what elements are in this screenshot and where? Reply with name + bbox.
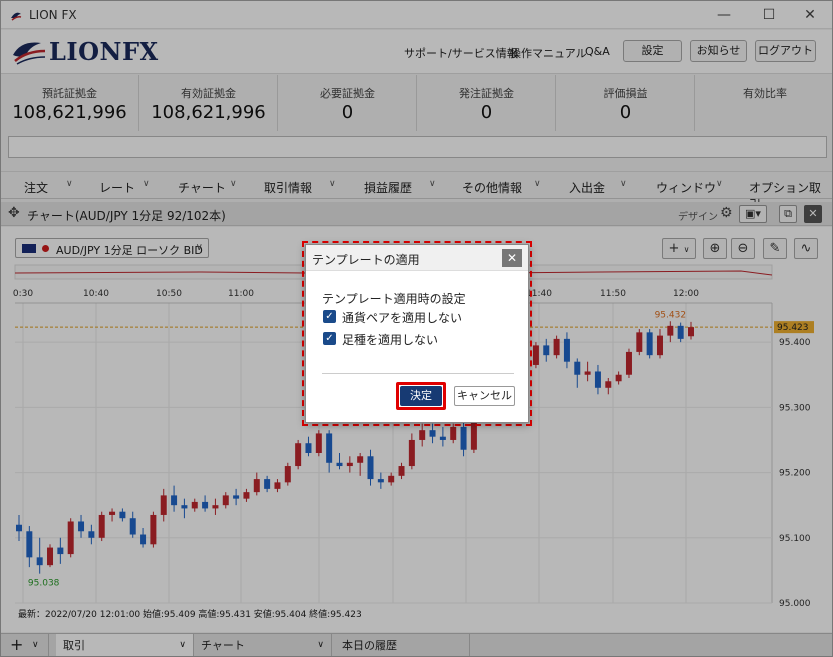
option-label: 通貨ペアを適用しない (342, 311, 463, 325)
option-label: 足種を適用しない (342, 333, 439, 347)
dialog-title: テンプレートの適用 (312, 253, 420, 267)
app-window: LION FX — ☐ ✕ LIONFX サポート/サービス情報 操作マニュアル… (0, 0, 833, 657)
dialog-title-bar: テンプレートの適用 ✕ (306, 245, 528, 271)
dialog-divider (322, 373, 514, 374)
dialog-section-label: テンプレート適用時の設定 (322, 292, 466, 306)
cancel-button[interactable]: キャンセル (454, 386, 515, 406)
template-apply-dialog: テンプレートの適用 ✕ テンプレート適用時の設定 ✓ 通貨ペアを適用しない ✓ … (305, 244, 529, 423)
dialog-close-icon[interactable]: ✕ (502, 249, 522, 267)
checkbox-checked-icon[interactable]: ✓ (323, 310, 336, 323)
checkbox-checked-icon[interactable]: ✓ (323, 332, 336, 345)
ok-button[interactable]: 決定 (400, 386, 442, 406)
